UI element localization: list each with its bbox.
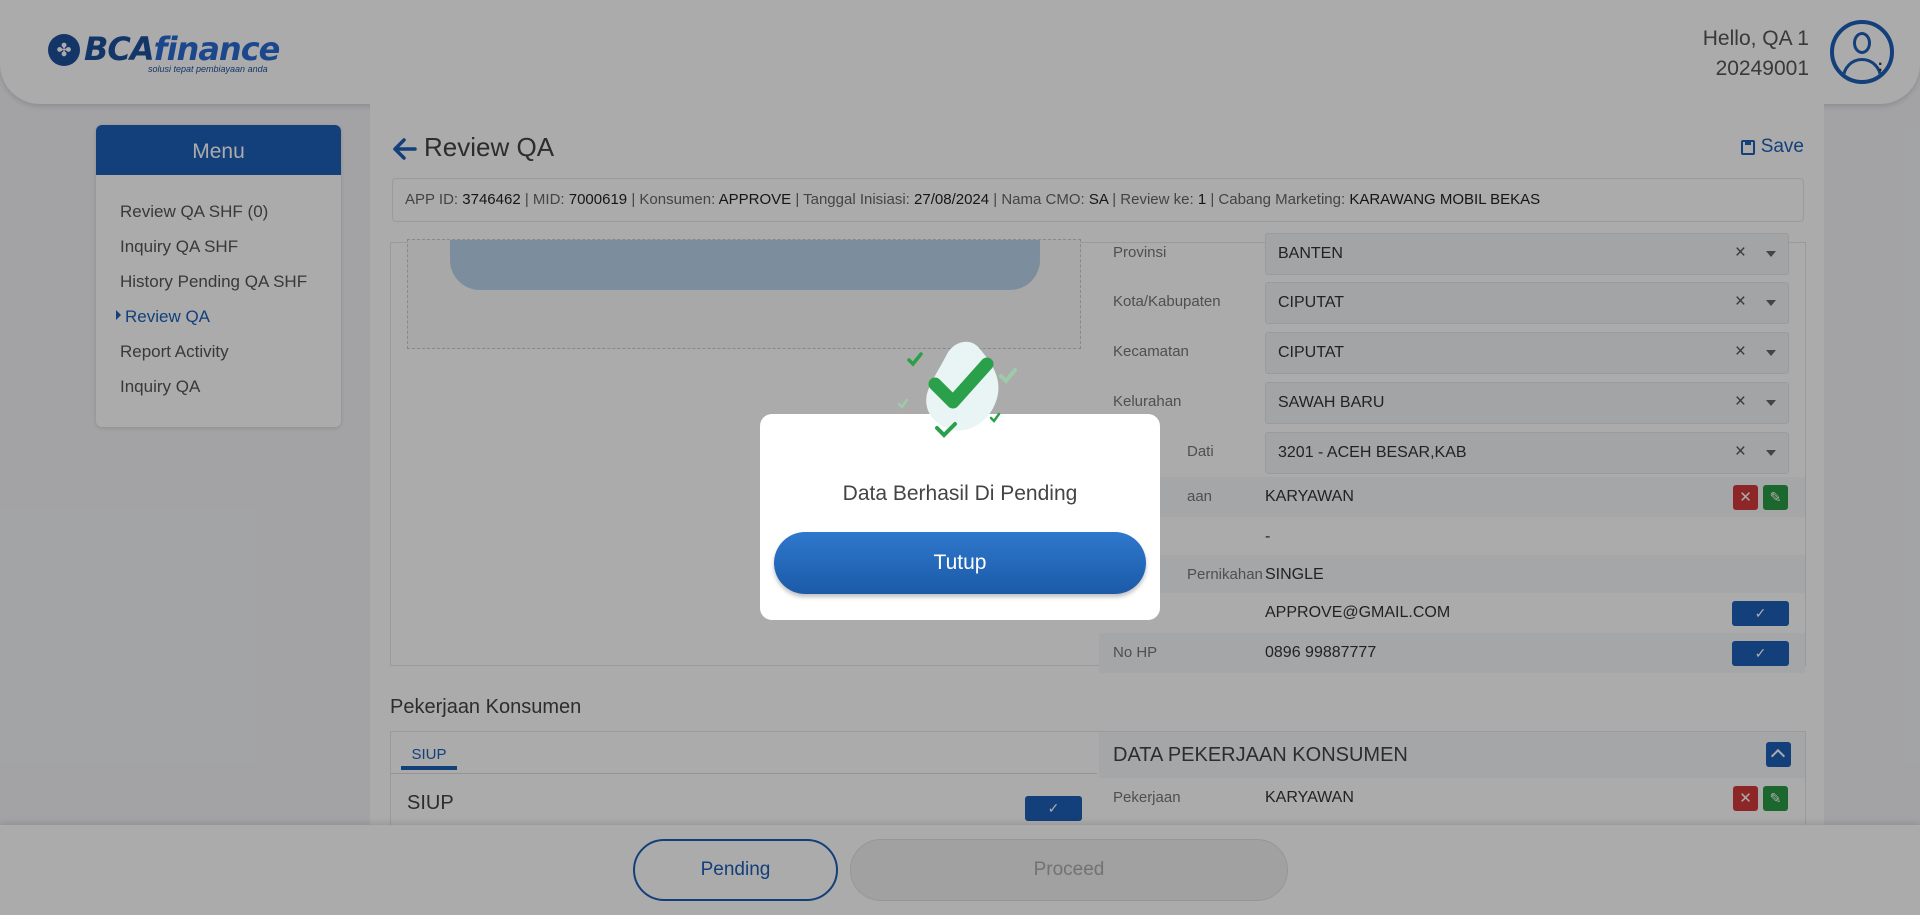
success-check-icon (897, 341, 1017, 438)
dialog-message: Data Berhasil Di Pending (842, 482, 1078, 505)
close-dialog-button[interactable]: Tutup (774, 532, 1146, 594)
